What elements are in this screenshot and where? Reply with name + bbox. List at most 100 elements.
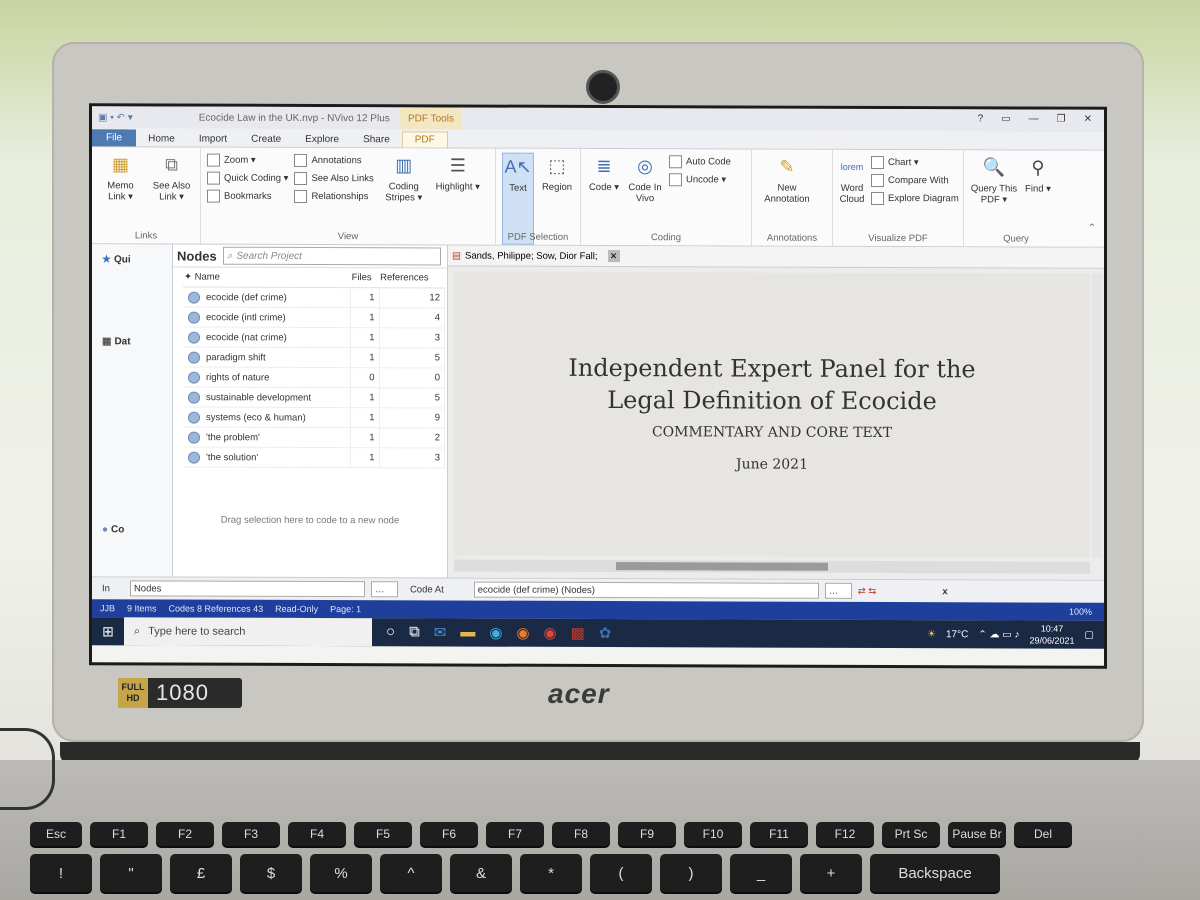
key[interactable]: F11 xyxy=(750,822,808,846)
node-name-cell[interactable]: 'the problem' xyxy=(183,427,351,448)
minimize-button[interactable]: — xyxy=(1029,114,1039,125)
key[interactable]: Pause Br xyxy=(948,822,1006,846)
edge-icon[interactable]: ◉ xyxy=(489,624,502,642)
key[interactable]: F7 xyxy=(486,822,544,846)
tray-icons[interactable]: ⌃ ☁ ▭ ♪ xyxy=(978,629,1019,640)
node-row[interactable]: sustainable development 1 5 xyxy=(183,387,445,408)
uncode-button[interactable]: Uncode ▾ xyxy=(669,173,731,187)
key[interactable]: Del xyxy=(1014,822,1072,846)
browse-code-at-button[interactable]: … xyxy=(824,582,852,599)
node-row[interactable]: ecocide (intl crime) 1 4 xyxy=(183,307,445,328)
node-name-cell[interactable]: sustainable development xyxy=(183,387,351,408)
tab-home[interactable]: Home xyxy=(136,131,187,146)
code-bar-tools-icon[interactable]: ⇄ ⇆ xyxy=(858,585,877,596)
zoom-button[interactable]: Zoom ▾ xyxy=(207,153,288,167)
key[interactable]: F8 xyxy=(552,822,610,846)
help-icon[interactable]: ? xyxy=(978,113,984,124)
node-row[interactable]: systems (eco & human) 1 9 xyxy=(183,407,445,428)
browse-in-button[interactable]: … xyxy=(370,581,398,598)
quick-access-icons[interactable]: ▣ ▪ ↶ ▾ xyxy=(98,112,133,123)
node-row[interactable]: paradigm shift 1 5 xyxy=(183,347,445,368)
auto-code-button[interactable]: Auto Code xyxy=(669,155,731,169)
code-bar-close[interactable]: x xyxy=(942,586,947,597)
nav-item-codes[interactable]: ● Co xyxy=(102,524,124,535)
column-header-references[interactable]: References xyxy=(379,268,445,288)
in-select[interactable]: Nodes xyxy=(129,580,365,598)
nav-item-data[interactable]: ▦ Dat xyxy=(102,336,131,347)
key[interactable]: * xyxy=(520,854,582,892)
app-icon[interactable]: ✿ xyxy=(599,624,612,642)
key[interactable]: F5 xyxy=(354,822,412,846)
tab-create[interactable]: Create xyxy=(239,132,293,147)
key[interactable]: ( xyxy=(590,854,652,892)
pdf-page[interactable]: Independent Expert Panel for the Legal D… xyxy=(454,271,1090,558)
explore-diagram-button[interactable]: Explore Diagram xyxy=(871,191,959,205)
see-also-links-checkbox[interactable]: See Also Links xyxy=(294,171,374,185)
restore-button[interactable]: ❐ xyxy=(1057,114,1066,125)
column-header-files[interactable]: Files xyxy=(350,268,380,288)
vertical-scrollbar[interactable] xyxy=(1092,273,1102,558)
key[interactable]: $ xyxy=(240,854,302,892)
horizontal-scrollbar[interactable] xyxy=(454,559,1090,574)
node-row[interactable]: rights of nature 0 0 xyxy=(183,367,445,388)
task-view-icon[interactable]: ⧉ xyxy=(409,623,420,641)
code-at-select[interactable]: ecocide (def crime) (Nodes) xyxy=(473,581,819,599)
node-name-cell[interactable]: ecocide (intl crime) xyxy=(183,307,351,328)
windows-start-icon[interactable]: ⊞ xyxy=(92,623,124,640)
key[interactable]: ^ xyxy=(380,854,442,892)
scrollbar-thumb[interactable] xyxy=(616,562,828,571)
close-tab-icon[interactable]: ✕ xyxy=(607,250,620,263)
key[interactable]: F4 xyxy=(288,822,346,846)
key[interactable]: F3 xyxy=(222,822,280,846)
annotations-checkbox[interactable]: Annotations xyxy=(294,153,373,167)
tab-pdf[interactable]: PDF xyxy=(401,131,448,148)
column-header-name[interactable]: ✦ Name xyxy=(183,267,351,288)
key[interactable]: F1 xyxy=(90,822,148,846)
chart-button[interactable]: Chart ▾ xyxy=(871,155,959,169)
key[interactable]: F9 xyxy=(618,822,676,846)
tab-share[interactable]: Share xyxy=(351,132,402,147)
key[interactable]: F6 xyxy=(420,822,478,846)
key[interactable]: ) xyxy=(660,854,722,892)
status-zoom[interactable]: 100% xyxy=(1069,607,1092,617)
firefox-icon[interactable]: ◉ xyxy=(516,624,529,642)
key[interactable]: £ xyxy=(170,854,232,892)
notifications-icon[interactable]: ▢ xyxy=(1085,629,1094,640)
node-row[interactable]: ecocide (def crime) 1 12 xyxy=(183,287,445,308)
node-name-cell[interactable]: paradigm shift xyxy=(183,347,351,368)
key[interactable]: F10 xyxy=(684,822,742,846)
key[interactable]: F12 xyxy=(816,822,874,846)
clock[interactable]: 10:47 29/06/2021 xyxy=(1030,623,1075,647)
key[interactable]: + xyxy=(800,854,862,892)
chrome-icon[interactable]: ◉ xyxy=(544,624,557,642)
key[interactable]: " xyxy=(100,854,162,892)
node-row[interactable]: 'the solution' 1 3 xyxy=(183,447,445,468)
key[interactable]: % xyxy=(310,854,372,892)
document-tab[interactable]: ▤ Sands, Philippe; Sow, Dior Fall; ✕ xyxy=(448,245,1104,269)
node-name-cell[interactable]: ecocide (nat crime) xyxy=(183,327,351,348)
node-name-cell[interactable]: rights of nature xyxy=(183,367,351,388)
key[interactable]: Prt Sc xyxy=(882,822,940,846)
relationships-checkbox[interactable]: Relationships xyxy=(294,189,373,203)
node-row[interactable]: ecocide (nat crime) 1 3 xyxy=(183,327,445,348)
node-name-cell[interactable]: ecocide (def crime) xyxy=(183,287,351,308)
cortana-icon[interactable]: ○ xyxy=(386,623,395,641)
bookmarks-checkbox[interactable]: Bookmarks xyxy=(207,189,288,203)
quick-coding-button[interactable]: Quick Coding ▾ xyxy=(207,171,288,185)
collapse-ribbon-icon[interactable]: ⌃ xyxy=(1088,223,1096,234)
node-row[interactable]: 'the problem' 1 2 xyxy=(183,427,445,448)
mail-icon[interactable]: ✉ xyxy=(434,623,447,641)
search-input[interactable]: ⌕ Search Project xyxy=(222,246,441,266)
key[interactable]: Esc xyxy=(30,822,82,846)
taskbar-search[interactable]: ⌕ Type here to search xyxy=(124,617,372,647)
key[interactable]: & xyxy=(450,854,512,892)
tab-import[interactable]: Import xyxy=(187,132,239,147)
nav-item-quick-access[interactable]: ★ Qui xyxy=(102,254,131,265)
node-name-cell[interactable]: systems (eco & human) xyxy=(183,407,351,428)
tab-file[interactable]: File xyxy=(92,129,137,147)
ribbon-display-icon[interactable]: ▭ xyxy=(1001,113,1010,124)
key[interactable]: F2 xyxy=(156,822,214,846)
node-name-cell[interactable]: 'the solution' xyxy=(183,447,351,468)
file-explorer-icon[interactable]: ▬ xyxy=(460,624,475,642)
tab-explore[interactable]: Explore xyxy=(293,132,351,147)
